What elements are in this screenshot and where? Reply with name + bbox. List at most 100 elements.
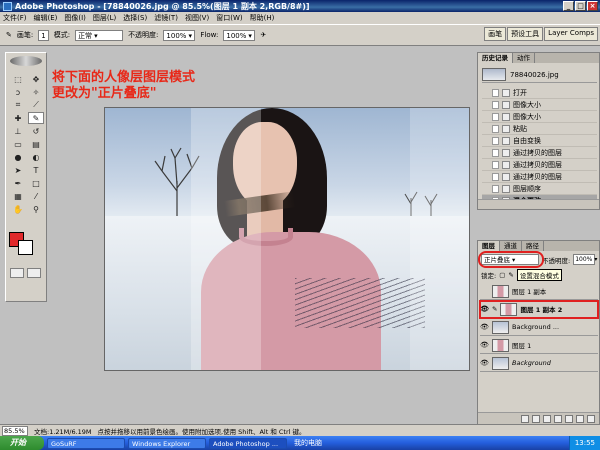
palette-tab-brushes[interactable]: 画笔: [484, 27, 507, 41]
history-brush-source-icon[interactable]: [492, 184, 499, 193]
tab-channels[interactable]: 通道: [500, 241, 522, 251]
history-snapshot[interactable]: 78840026.jpg: [482, 67, 597, 83]
magic-wand-tool-icon[interactable]: ✧: [28, 86, 44, 98]
taskbar-item-explorer[interactable]: Windows Explorer: [128, 437, 206, 449]
layer-row-active[interactable]: 👁 ✎ 图层 1 副本 2: [479, 300, 599, 319]
palette-tab-layer-comps[interactable]: Layer Comps: [544, 27, 598, 41]
lock-transparency-icon[interactable]: ▢: [499, 271, 505, 279]
lasso-tool-icon[interactable]: ↄ: [10, 86, 26, 98]
history-brush-source-icon[interactable]: [492, 124, 499, 133]
notes-tool-icon[interactable]: ▦: [10, 190, 26, 202]
menu-select[interactable]: 选择(S): [123, 13, 147, 23]
gradient-tool-icon[interactable]: ▤: [28, 138, 44, 150]
hand-tool-icon[interactable]: ✋: [10, 203, 26, 215]
history-brush-source-icon[interactable]: [492, 112, 499, 121]
history-brush-source-icon[interactable]: [492, 160, 499, 169]
add-mask-icon[interactable]: [543, 414, 551, 423]
clone-stamp-icon[interactable]: ⊥: [10, 125, 26, 137]
airbrush-icon[interactable]: ✈: [260, 31, 266, 39]
dodge-tool-icon[interactable]: ◐: [28, 151, 44, 163]
history-brush-source-icon[interactable]: [492, 88, 499, 97]
history-item[interactable]: 自由变换: [482, 135, 597, 147]
minimize-button[interactable]: _: [563, 1, 574, 11]
new-layer-icon[interactable]: [576, 414, 584, 423]
history-brush-source-icon[interactable]: [492, 100, 499, 109]
history-item[interactable]: 图层顺序: [482, 183, 597, 195]
zoom-tool-icon[interactable]: ⚲: [28, 203, 44, 215]
marquee-tool-icon[interactable]: ⬚: [10, 73, 26, 85]
taskbar-item-gosurf[interactable]: GoSuRF: [47, 437, 125, 449]
link-layers-icon[interactable]: [521, 414, 529, 423]
brush-tool-icon[interactable]: ✎: [6, 31, 12, 39]
history-item[interactable]: 通过拷贝的图层: [482, 171, 597, 183]
history-item[interactable]: 打开: [482, 87, 597, 99]
history-item[interactable]: 图像大小: [482, 99, 597, 111]
healing-brush-icon[interactable]: ✚: [10, 112, 26, 124]
document-canvas[interactable]: [104, 107, 470, 371]
mode-dropdown[interactable]: 正常: [75, 29, 124, 41]
layer-row[interactable]: 👁 图层 1: [480, 337, 598, 354]
path-select-icon[interactable]: ➤: [10, 164, 26, 176]
background-color-swatch[interactable]: [18, 240, 33, 255]
close-button[interactable]: ×: [587, 1, 598, 11]
maximize-button[interactable]: □: [575, 1, 586, 11]
palette-tab-tool-presets[interactable]: 预设工具: [507, 27, 544, 41]
menu-file[interactable]: 文件(F): [3, 13, 27, 23]
lock-brush-icon[interactable]: ✎: [508, 271, 513, 279]
adobe-feather-icon[interactable]: [10, 56, 42, 66]
layer-row[interactable]: 👁 Background ...: [480, 319, 598, 336]
new-group-icon[interactable]: [554, 414, 562, 423]
layer-row[interactable]: 👁 Background: [480, 355, 598, 372]
tab-layers[interactable]: 图层: [478, 241, 500, 251]
taskbar-item-photoshop[interactable]: Adobe Photoshop ...: [209, 437, 287, 449]
history-item[interactable]: 粘贴: [482, 123, 597, 135]
history-brush-source-icon[interactable]: [492, 148, 499, 157]
menu-edit[interactable]: 编辑(E): [34, 13, 58, 23]
start-button[interactable]: 开始: [0, 436, 44, 450]
layer-name: 图层 1 副本 2: [520, 306, 563, 314]
menu-filter[interactable]: 滤镜(T): [154, 13, 178, 23]
tab-actions[interactable]: 动作: [513, 53, 535, 63]
flow-field[interactable]: 100%: [223, 29, 256, 41]
menu-help[interactable]: 帮助(H): [250, 13, 275, 23]
zoom-field[interactable]: 85.5%: [2, 425, 28, 436]
add-style-icon[interactable]: [532, 414, 540, 423]
new-adjustment-icon[interactable]: [565, 414, 573, 423]
menu-view[interactable]: 视图(V): [185, 13, 209, 23]
eye-icon[interactable]: 👁: [480, 305, 489, 314]
history-item[interactable]: 图像大小: [482, 111, 597, 123]
menu-image[interactable]: 图像(I): [64, 13, 86, 23]
type-tool-icon[interactable]: T: [28, 164, 44, 176]
visibility-toggle[interactable]: [480, 287, 489, 296]
eye-icon[interactable]: 👁: [480, 341, 489, 350]
eyedropper-tool-icon[interactable]: ⁄: [28, 190, 44, 202]
history-brush-source-icon[interactable]: [492, 172, 499, 181]
tab-history[interactable]: 历史记录: [478, 53, 513, 63]
layer-opacity-field[interactable]: 100%: [573, 254, 596, 265]
eraser-tool-icon[interactable]: ▭: [10, 138, 26, 150]
shape-tool-icon[interactable]: □: [28, 177, 44, 189]
blur-tool-icon[interactable]: ●: [10, 151, 26, 163]
doc-size[interactable]: 文档:1.21M/6.19M: [34, 426, 92, 436]
slice-tool-icon[interactable]: ⟋: [28, 99, 44, 111]
standard-mode-icon[interactable]: [10, 268, 24, 278]
trash-icon[interactable]: [587, 414, 595, 423]
history-brush-source-icon[interactable]: [492, 136, 499, 145]
eye-icon[interactable]: 👁: [480, 323, 489, 332]
menu-window[interactable]: 窗口(W): [216, 13, 242, 23]
history-item[interactable]: 通过拷贝的图层: [482, 147, 597, 159]
menu-layer[interactable]: 图层(L): [93, 13, 116, 23]
history-item[interactable]: 通过拷贝的图层: [482, 159, 597, 171]
history-brush-icon[interactable]: ↺: [28, 125, 44, 137]
move-tool-icon[interactable]: ✥: [28, 73, 44, 85]
quick-mask-icon[interactable]: [27, 268, 41, 278]
brush-tool-icon[interactable]: ✎: [28, 112, 44, 124]
layer-row[interactable]: 图层 1 副本: [480, 283, 598, 300]
crop-tool-icon[interactable]: ⌗: [10, 99, 26, 111]
brush-size-picker[interactable]: 1: [38, 29, 49, 41]
tab-paths[interactable]: 路径: [522, 241, 544, 251]
opacity-field[interactable]: 100%: [163, 29, 196, 41]
pen-tool-icon[interactable]: ✒: [10, 177, 26, 189]
eye-icon[interactable]: 👁: [480, 359, 489, 368]
my-computer-link[interactable]: 我的电脑: [294, 438, 322, 448]
